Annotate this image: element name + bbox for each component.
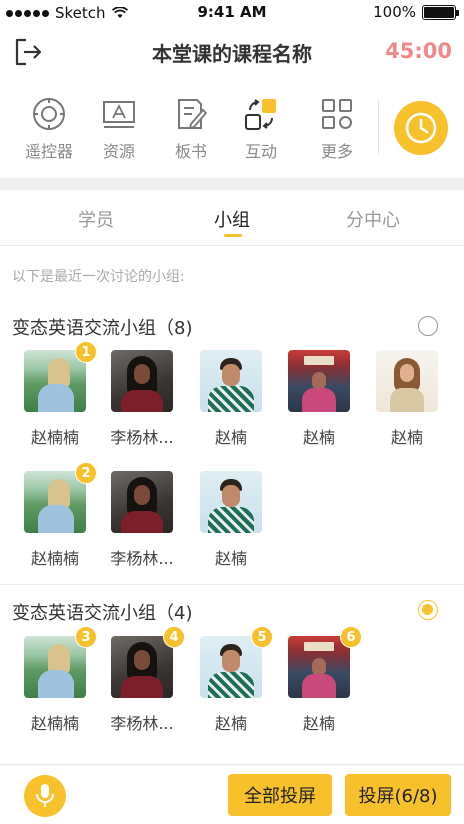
order-badge: 2 (75, 462, 97, 484)
cast-all-button[interactable]: 全部投屏 (228, 774, 332, 816)
member-name: 李杨林... (110, 714, 174, 733)
active-tab-indicator (224, 234, 242, 237)
group-title: 变态英语交流小组（8) (12, 318, 193, 339)
group-member[interactable]: 赵楠 (188, 350, 274, 448)
avatar (111, 350, 173, 412)
group-member[interactable]: 李杨林... (99, 636, 185, 734)
group-member[interactable]: 李杨林... (99, 471, 185, 569)
tab-groups[interactable]: 小组 (214, 206, 250, 232)
member-name: 赵楠 (214, 428, 247, 447)
group-member[interactable]: 赵楠 (276, 636, 362, 734)
tool-label: 互动 (244, 142, 277, 161)
tool-resource[interactable]: 资源 (88, 92, 150, 162)
microphone-button[interactable] (24, 775, 66, 817)
member-name: 赵楠楠 (30, 549, 79, 568)
group-member[interactable]: 赵楠 (188, 471, 274, 569)
avatar (111, 636, 173, 698)
tool-label: 资源 (102, 142, 135, 161)
member-name: 赵楠 (390, 428, 423, 447)
tab-bar: 学员 小组 分中心 (0, 190, 464, 246)
tool-interaction[interactable]: 互动 (230, 92, 292, 162)
member-name: 李杨林... (110, 428, 174, 447)
battery-info: 100% (373, 3, 459, 21)
group-title: 变态英语交流小组（4) (12, 603, 193, 624)
class-timer: 45:00 (385, 39, 452, 63)
member-name: 赵楠 (214, 549, 247, 568)
cast-button[interactable]: 投屏(6/8) (345, 774, 451, 816)
blackboard-icon (178, 99, 208, 130)
order-badge: 6 (340, 626, 362, 648)
group-member[interactable]: 赵楠楠 (12, 636, 98, 734)
order-badge: 1 (75, 341, 97, 363)
remote-control-icon (33, 98, 65, 130)
member-name: 李杨林... (110, 549, 174, 568)
tool-label: 更多 (320, 142, 353, 161)
avatar (24, 471, 86, 533)
resource-icon (103, 101, 135, 128)
interaction-icon (245, 99, 276, 130)
tool-label: 遥控器 (24, 142, 73, 161)
toolbar-divider (378, 100, 379, 154)
status-bar: Sketch 9:41 AM 100% (0, 0, 464, 26)
member-name: 赵楠 (214, 714, 247, 733)
group-member[interactable]: 赵楠 (364, 350, 450, 448)
section-separator (0, 178, 464, 190)
clock-icon (405, 112, 437, 144)
avatar (200, 350, 262, 412)
battery-icon (422, 4, 459, 20)
order-badge: 5 (251, 626, 273, 648)
tool-label: 板书 (174, 142, 207, 161)
microphone-icon (36, 784, 54, 807)
bottom-action-bar: 全部投屏 投屏(6/8) (0, 764, 464, 824)
member-name: 赵楠楠 (30, 714, 79, 733)
tool-blackboard[interactable]: 板书 (160, 92, 222, 162)
battery-percent: 100% (373, 3, 416, 21)
group-member[interactable]: 赵楠楠 (12, 350, 98, 448)
avatar (200, 471, 262, 533)
group-member[interactable]: 赵楠楠 (12, 471, 98, 569)
group-member[interactable]: 赵楠 (188, 636, 274, 734)
avatar (288, 636, 350, 698)
avatar (24, 350, 86, 412)
member-name: 赵楠楠 (30, 428, 79, 447)
group-member[interactable]: 李杨林... (99, 350, 185, 448)
order-badge: 4 (163, 626, 185, 648)
tab-branch-centers[interactable]: 分中心 (346, 206, 400, 232)
timer-button[interactable] (394, 101, 448, 155)
order-badge: 3 (75, 626, 97, 648)
member-name: 赵楠 (302, 714, 335, 733)
member-name: 赵楠 (302, 428, 335, 447)
tool-more[interactable]: 更多 (306, 92, 368, 162)
avatar (288, 350, 350, 412)
group-select-radio[interactable] (418, 600, 438, 620)
header: 本堂课的课程名称 45:00 (0, 28, 464, 80)
group-select-radio[interactable] (418, 316, 438, 336)
tab-students[interactable]: 学员 (78, 206, 114, 232)
avatar (200, 636, 262, 698)
group-divider (0, 584, 464, 585)
avatar (376, 350, 438, 412)
avatar (111, 471, 173, 533)
tool-remote-control[interactable]: 遥控器 (18, 92, 80, 162)
avatar (24, 636, 86, 698)
group-member[interactable]: 赵楠 (276, 350, 362, 448)
more-grid-icon (322, 99, 352, 129)
recent-groups-hint: 以下是最近一次讨论的小组: (12, 269, 185, 285)
